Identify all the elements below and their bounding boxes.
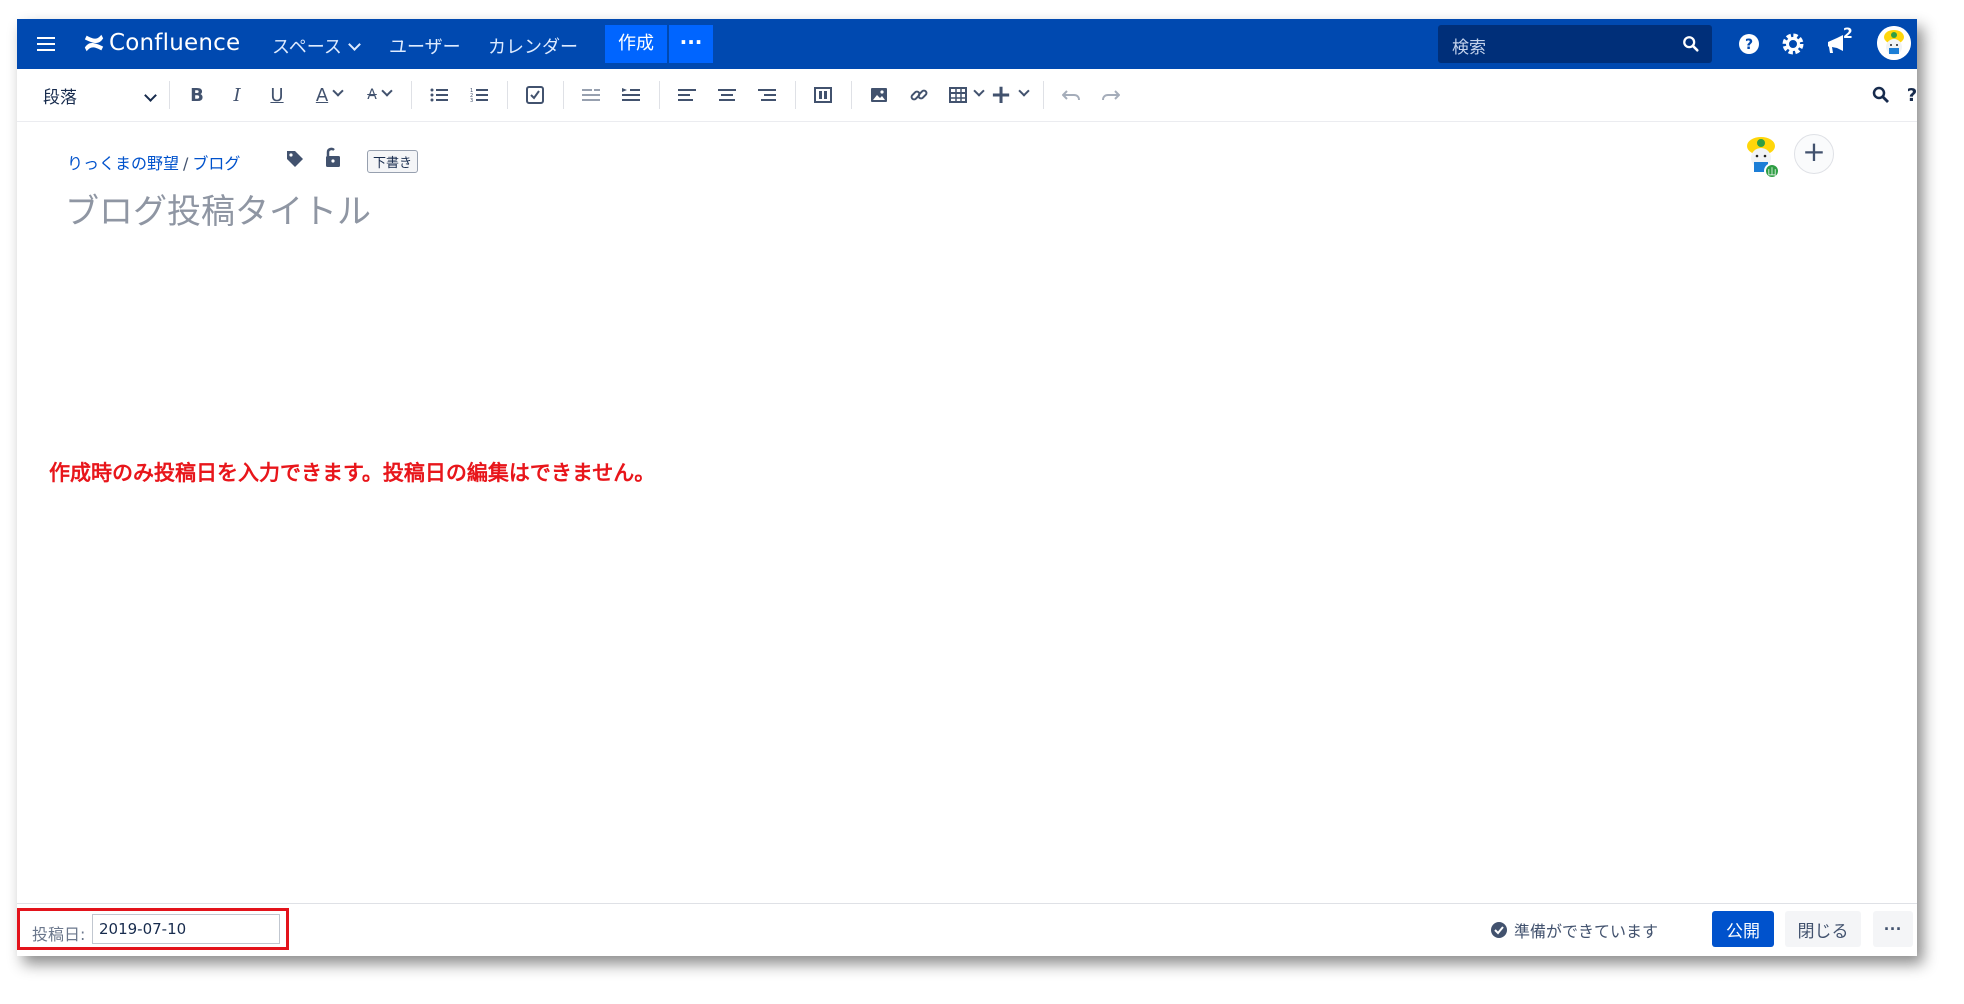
editor-footer: 投稿日: 準備ができています 公開 閉じる ···	[17, 903, 1917, 956]
breadcrumb-space-link[interactable]: りっくまの野望	[67, 154, 179, 173]
chevron-down-icon	[332, 85, 344, 97]
link-icon[interactable]	[901, 69, 937, 121]
layout-icon[interactable]	[805, 69, 841, 121]
ready-status-text: 準備ができています	[1514, 922, 1659, 941]
nav-spaces-label: スペース	[272, 37, 342, 58]
undo-icon[interactable]	[1053, 69, 1089, 121]
toolbar-divider	[851, 81, 852, 109]
breadcrumb-separator: /	[183, 154, 189, 173]
align-center-icon[interactable]	[709, 69, 745, 121]
search-icon	[1683, 36, 1699, 52]
create-button[interactable]: 作成	[605, 25, 667, 63]
create-more-button[interactable]: ···	[669, 25, 713, 63]
editor-window: Confluence スペース ユーザー カレンダー 作成 ··· 検索 ? 2	[17, 19, 1917, 956]
post-date-highlight: 投稿日:	[17, 908, 289, 950]
more-options-button[interactable]: ···	[1873, 911, 1913, 947]
label-icon[interactable]	[285, 149, 305, 169]
close-button[interactable]: 閉じる	[1785, 911, 1861, 947]
toolbar-divider	[411, 81, 412, 109]
paragraph-style-label: 段落	[43, 88, 77, 108]
align-right-icon[interactable]	[749, 69, 785, 121]
italic-icon[interactable]: I	[221, 69, 253, 121]
numbered-list-icon[interactable]: 123	[461, 69, 497, 121]
underline-icon[interactable]: U	[261, 69, 293, 121]
ready-status: 準備ができています	[1490, 918, 1658, 942]
text-color-icon[interactable]: A	[307, 69, 351, 121]
user-avatar[interactable]	[1877, 26, 1911, 60]
paragraph-style-select[interactable]: 段落	[43, 83, 159, 108]
chevron-down-icon	[144, 89, 157, 102]
svg-text:3: 3	[470, 98, 473, 103]
insert-icon[interactable]: +	[985, 69, 1033, 121]
nav-calendar[interactable]: カレンダー	[488, 33, 578, 59]
nav-users[interactable]: ユーザー	[389, 33, 461, 59]
publish-button[interactable]: 公開	[1712, 911, 1774, 947]
align-left-icon[interactable]	[669, 69, 705, 121]
nav-spaces[interactable]: スペース	[272, 33, 361, 59]
toolbar-divider	[169, 81, 170, 109]
toolbar-divider	[795, 81, 796, 109]
chevron-down-icon	[381, 85, 393, 97]
chevron-down-icon	[347, 38, 361, 51]
editor-toolbar: 段落 B I U A A 123 + ?	[17, 69, 1917, 122]
menu-icon[interactable]	[35, 33, 57, 55]
bold-icon[interactable]: B	[181, 69, 213, 121]
app-name: Confluence	[109, 30, 241, 56]
collaborator-avatar[interactable]: 山	[1741, 134, 1781, 180]
image-icon[interactable]	[861, 69, 897, 121]
gear-icon[interactable]	[1779, 30, 1807, 58]
outdent-icon[interactable]	[573, 69, 609, 121]
invite-button[interactable]: +	[1794, 134, 1834, 174]
search-placeholder: 検索	[1452, 38, 1486, 58]
draft-badge: 下書き	[367, 150, 419, 173]
chevron-down-icon	[973, 85, 985, 97]
svg-text:山: 山	[1767, 167, 1776, 178]
post-date-input[interactable]	[92, 914, 280, 944]
notification-count-badge: 2	[1843, 26, 1853, 42]
unlock-icon[interactable]	[323, 147, 343, 169]
breadcrumb: りっくまの野望 / ブログ	[67, 150, 240, 174]
task-list-icon[interactable]	[517, 69, 553, 121]
toolbar-divider	[1043, 81, 1044, 109]
check-circle-icon	[1491, 922, 1507, 938]
help-icon[interactable]: ?	[1735, 30, 1763, 58]
post-date-label: 投稿日:	[32, 925, 86, 944]
help-icon[interactable]: ?	[1903, 69, 1917, 121]
indent-icon[interactable]	[613, 69, 649, 121]
find-icon[interactable]	[1863, 69, 1899, 121]
breadcrumb-page-link[interactable]: ブログ	[192, 154, 240, 173]
search-input[interactable]: 検索	[1438, 25, 1712, 63]
annotation-note: 作成時のみ投稿日を入力できます。投稿日の編集はできません。	[49, 461, 656, 485]
top-navigation: Confluence スペース ユーザー カレンダー 作成 ··· 検索 ? 2	[17, 19, 1917, 69]
svg-text:?: ?	[1745, 37, 1753, 53]
redo-icon[interactable]	[1093, 69, 1129, 121]
chevron-down-icon	[1018, 85, 1030, 97]
toolbar-divider	[563, 81, 564, 109]
bullet-list-icon[interactable]	[421, 69, 457, 121]
confluence-logo-icon	[84, 34, 104, 52]
confluence-logo[interactable]: Confluence	[83, 30, 240, 56]
toolbar-divider	[659, 81, 660, 109]
toolbar-divider	[507, 81, 508, 109]
table-icon[interactable]	[941, 69, 991, 121]
clear-format-icon[interactable]: A	[357, 69, 401, 121]
title-input[interactable]: ブログ投稿タイトル	[65, 184, 371, 233]
